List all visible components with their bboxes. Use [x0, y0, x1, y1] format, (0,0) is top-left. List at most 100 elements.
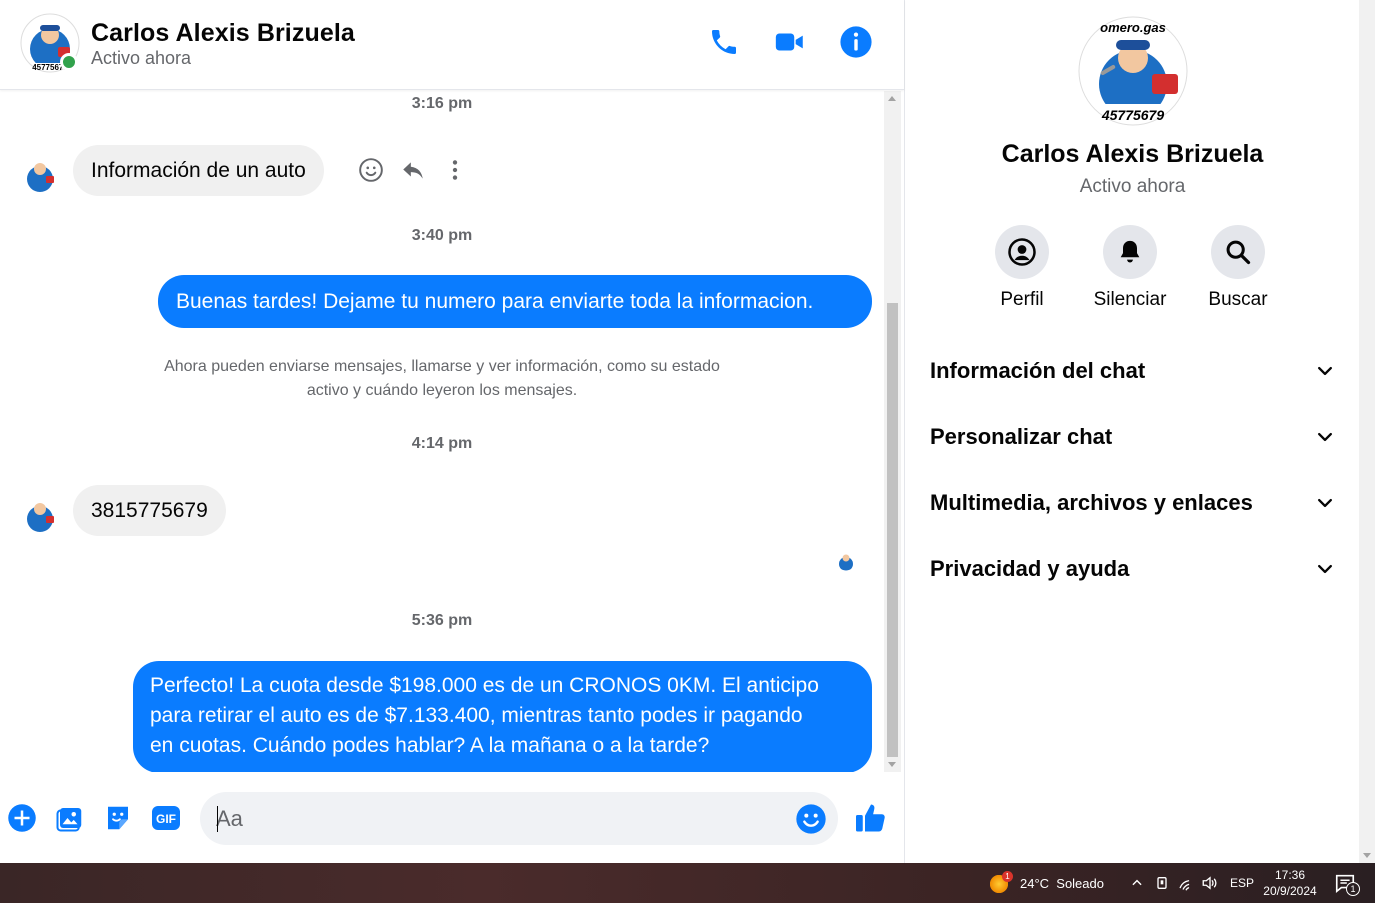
- scroll-up-arrow[interactable]: [888, 96, 896, 101]
- system-clock[interactable]: 17:36 20/9/2024: [1262, 863, 1318, 903]
- device-icon: [1157, 877, 1167, 889]
- info-icon: [840, 26, 872, 58]
- emoji-button[interactable]: [794, 802, 828, 836]
- profile-action-label: Perfil: [1000, 289, 1044, 310]
- outgoing-message[interactable]: Perfecto! La cuota desde $198.000 es de …: [133, 661, 872, 772]
- message-scrollbar[interactable]: [884, 91, 901, 772]
- contact-avatar-large[interactable]: omero.gas 45775679: [1078, 16, 1188, 126]
- network-button[interactable]: [1178, 863, 1196, 903]
- contact-name[interactable]: Carlos Alexis Brizuela: [91, 19, 355, 48]
- gif-button[interactable]: GIF: [150, 802, 182, 834]
- input-language[interactable]: ESP: [1230, 863, 1254, 903]
- incoming-message[interactable]: Información de un auto: [73, 145, 324, 196]
- vertical-dots-icon: [452, 160, 458, 180]
- section-label: Información del chat: [930, 358, 1146, 383]
- chevron-down-icon: [1318, 498, 1332, 508]
- react-button[interactable]: [357, 156, 385, 184]
- scroll-thumb[interactable]: [887, 303, 898, 757]
- call-button[interactable]: [706, 24, 742, 60]
- timestamp: 5:36 pm: [411, 612, 473, 629]
- message-line: para retirar el auto es de $7.133.400, m…: [150, 704, 803, 727]
- profile-icon: [1008, 238, 1036, 266]
- online-indicator: [60, 53, 78, 71]
- info-contact-status: Activo ahora: [1079, 176, 1186, 197]
- reply-button[interactable]: [399, 156, 427, 184]
- windows-taskbar: 1 24°C Soleado ESP 17:36 20/9/2024 1: [0, 863, 1375, 903]
- section-chat-info[interactable]: Información del chat: [930, 346, 1335, 396]
- search-action[interactable]: Buscar: [1198, 225, 1278, 311]
- mute-action-circle[interactable]: [1103, 225, 1157, 279]
- mute-action-label: Silenciar: [1093, 289, 1167, 310]
- section-media-files-links[interactable]: Multimedia, archivos y enlaces: [930, 478, 1335, 528]
- outgoing-message[interactable]: Buenas tardes! Dejame tu numero para env…: [158, 275, 872, 328]
- incoming-message[interactable]: 3815775679: [73, 485, 226, 536]
- read-receipt-avatar: [836, 551, 856, 571]
- gif-label: GIF: [156, 812, 176, 826]
- notification-count: 1: [1346, 882, 1360, 896]
- sender-avatar[interactable]: [20, 494, 60, 534]
- weather-badge: 1: [1002, 871, 1013, 882]
- show-hidden-icons-button[interactable]: [1130, 863, 1144, 903]
- attach-photo-button[interactable]: [54, 802, 86, 834]
- message-input[interactable]: [216, 792, 786, 845]
- chevron-down-icon: [1318, 432, 1332, 442]
- search-icon: [1226, 240, 1251, 265]
- section-label: Multimedia, archivos y enlaces: [930, 490, 1253, 515]
- message-list[interactable]: 3:16 pm Información de un auto 3:40 pm B…: [0, 91, 884, 772]
- weather-widget[interactable]: 1 24°C Soleado: [988, 863, 1104, 903]
- chat-column: 45775679 Carlos Alexis Brizuela Activo a…: [0, 0, 904, 863]
- conversation-info-panel: omero.gas 45775679 Carlos Alexis Brizuel…: [904, 0, 1359, 863]
- like-button[interactable]: [852, 800, 890, 836]
- volume-button[interactable]: [1201, 863, 1219, 903]
- contact-status: Activo ahora: [91, 48, 192, 68]
- profile-action-circle[interactable]: [995, 225, 1049, 279]
- system-notice: Ahora pueden enviarse mensajes, llamarse…: [0, 355, 884, 403]
- weather-text: 24°C Soleado: [1020, 875, 1104, 891]
- system-notice-line: Ahora pueden enviarse mensajes, llamarse…: [164, 358, 720, 375]
- avatar-caption: 45775679: [1101, 107, 1165, 123]
- chevron-down-icon: [1318, 366, 1332, 376]
- meet-now-button[interactable]: [1154, 863, 1170, 903]
- bell-icon: [1120, 240, 1140, 263]
- image-icon: [56, 808, 82, 832]
- profile-action[interactable]: Perfil: [982, 225, 1062, 311]
- thumbs-up-icon: [856, 804, 885, 832]
- message-input-wrapper: [200, 792, 838, 845]
- plus-circle-icon: [8, 804, 36, 832]
- section-customize-chat[interactable]: Personalizar chat: [930, 412, 1335, 462]
- wifi-icon: [1179, 880, 1190, 891]
- avatar-top-text: omero.gas: [1100, 20, 1166, 35]
- video-call-button[interactable]: [772, 24, 808, 60]
- sticker-button[interactable]: [102, 802, 134, 834]
- search-action-circle[interactable]: [1211, 225, 1265, 279]
- section-label: Personalizar chat: [930, 424, 1113, 449]
- message-line: en cuotas. Cuándo podes hablar? A la mañ…: [150, 734, 710, 757]
- sticker-icon: [108, 806, 128, 830]
- info-contact-name: Carlos Alexis Brizuela: [1001, 140, 1264, 168]
- message-line: Perfecto! La cuota desde $198.000 es de …: [150, 674, 819, 697]
- more-options-button[interactable]: [441, 156, 469, 184]
- smiley-icon: [796, 804, 826, 834]
- timestamp: 4:14 pm: [411, 435, 473, 452]
- composer: GIF: [0, 772, 904, 863]
- page-scrollbar[interactable]: [1359, 0, 1375, 863]
- sender-avatar[interactable]: [20, 154, 60, 194]
- chevron-up-icon: [1132, 879, 1142, 886]
- timestamp: 3:40 pm: [411, 227, 473, 244]
- clock-date: 20/9/2024: [1263, 884, 1317, 898]
- chat-header: 45775679 Carlos Alexis Brizuela Activo a…: [0, 0, 904, 90]
- system-notice-line: activo y cuándo leyeron los mensajes.: [306, 382, 578, 399]
- notification-center-button[interactable]: 1: [1334, 863, 1360, 903]
- page-scroll-down-arrow[interactable]: [1363, 853, 1371, 858]
- more-actions-button[interactable]: [6, 802, 38, 834]
- video-camera-icon: [775, 33, 803, 51]
- section-privacy-help[interactable]: Privacidad y ayuda: [930, 544, 1335, 594]
- mute-action[interactable]: Silenciar: [1090, 225, 1170, 311]
- conversation-info-button[interactable]: [838, 24, 874, 60]
- phone-icon: [712, 30, 736, 54]
- text-caret: [217, 806, 218, 832]
- section-label: Privacidad y ayuda: [930, 556, 1130, 581]
- gif-icon: GIF: [152, 806, 180, 830]
- scroll-down-arrow[interactable]: [888, 762, 896, 767]
- speaker-icon: [1202, 876, 1217, 890]
